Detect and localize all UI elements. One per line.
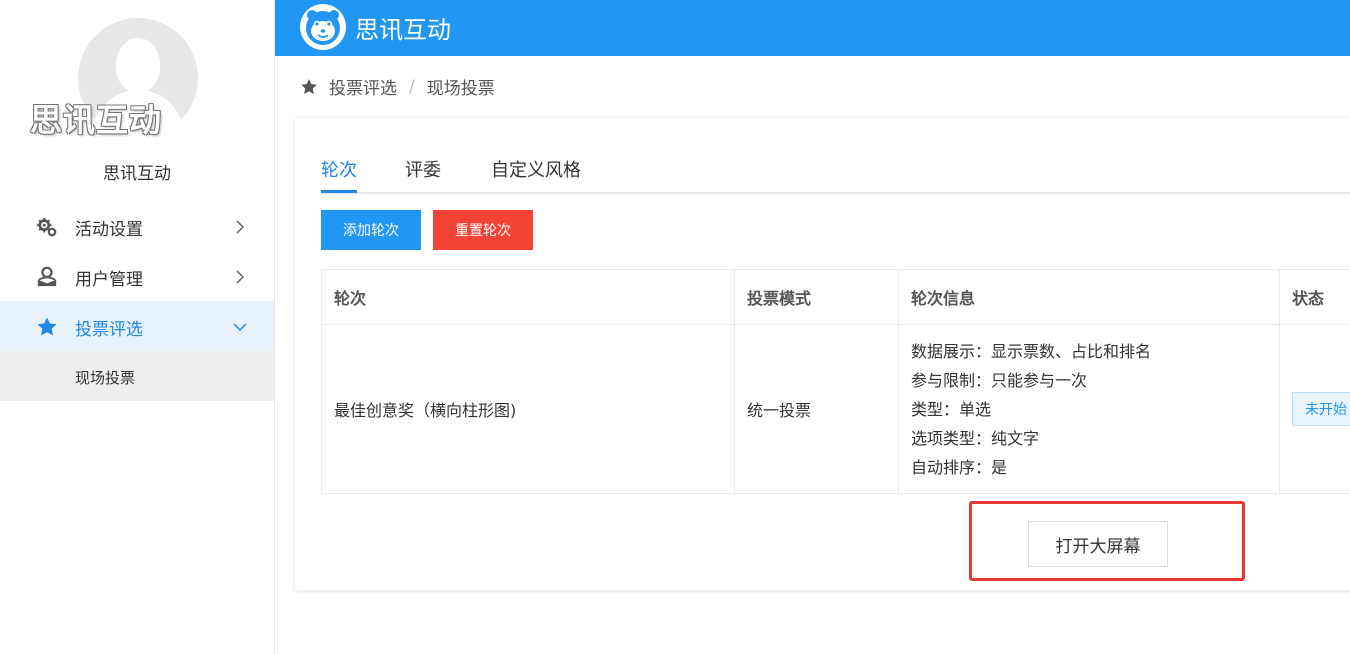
sidebar-item-activity-settings[interactable]: 活动设置: [0, 201, 274, 251]
tab-judges[interactable]: 评委: [405, 156, 441, 182]
info-line: 自动排序：是: [911, 457, 1008, 477]
table-row: 最佳创意奖（横向柱形图) 统一投票 数据展示：显示票数、占比和排名 参与限制：只…: [321, 324, 1350, 494]
sidebar: 思讯互动 思讯互动 活动设置 用户管理 投票评选 现场投票: [0, 0, 275, 654]
sidebar-subitem-live-voting[interactable]: 现场投票: [0, 351, 274, 401]
info-line: 类型：单选: [911, 399, 992, 419]
sidebar-item-label: 投票评选: [75, 320, 143, 340]
header-mode: 投票模式: [734, 269, 899, 325]
sidebar-subitem-label: 现场投票: [75, 369, 136, 387]
chevron-right-icon: [236, 270, 245, 284]
rounds-table: 轮次 投票模式 轮次信息 状态 最佳创意奖（横向柱形图) 统一投票 数据展示：显…: [321, 269, 1350, 494]
brand-name: 思讯互动: [103, 164, 171, 184]
sidebar-item-label: 用户管理: [75, 270, 143, 290]
breadcrumb-separator: /: [409, 76, 415, 97]
info-line: 参与限制：只能参与一次: [911, 370, 1088, 390]
tab-custom-style[interactable]: 自定义风格: [491, 156, 581, 182]
info-line: 数据展示：显示票数、占比和排名: [911, 341, 1152, 361]
sidebar-item-label: 活动设置: [75, 220, 143, 240]
cell-mode: 统一投票: [734, 324, 899, 494]
top-header: 思讯互动: [275, 0, 1350, 56]
table-header-row: 轮次 投票模式 轮次信息 状态: [321, 269, 1350, 325]
user-manage-icon: [37, 266, 57, 287]
sidebar-menu: 活动设置 用户管理 投票评选 现场投票: [0, 201, 274, 401]
add-round-button[interactable]: 添加轮次: [321, 210, 421, 250]
cell-round: 最佳创意奖（横向柱形图): [321, 324, 735, 494]
tab-bar: 轮次 评委 自定义风格: [321, 156, 1350, 194]
chevron-right-icon: [236, 220, 245, 234]
open-big-screen-button[interactable]: 打开大屏幕: [1028, 521, 1168, 567]
chevron-down-icon: [233, 323, 247, 332]
header-info: 轮次信息: [898, 269, 1280, 325]
reset-round-button[interactable]: 重置轮次: [433, 210, 533, 250]
breadcrumb-parent[interactable]: 投票评选: [329, 74, 397, 99]
cell-status: 未开始: [1279, 324, 1350, 494]
header-round: 轮次: [321, 269, 735, 325]
cell-info: 数据展示：显示票数、占比和排名 参与限制：只能参与一次 类型：单选 选项类型：纯…: [898, 324, 1280, 494]
header-status: 状态: [1279, 269, 1350, 325]
breadcrumb: 投票评选 / 现场投票: [300, 74, 495, 99]
sidebar-item-user-management[interactable]: 用户管理: [0, 251, 274, 301]
app-title: 思讯互动: [355, 16, 451, 44]
star-icon: [37, 317, 57, 336]
breadcrumb-current: 现场投票: [426, 79, 495, 99]
sidebar-item-voting[interactable]: 投票评选: [0, 301, 274, 351]
gear-icon: [36, 217, 57, 237]
info-line: 选项类型：纯文字: [911, 428, 1040, 448]
star-icon: [301, 78, 317, 94]
status-badge: 未开始: [1292, 392, 1350, 426]
active-tab-indicator: [321, 190, 357, 193]
content-card: 轮次 评委 自定义风格 添加轮次 重置轮次 轮次 投票模式 轮次信息 状态 最佳…: [295, 118, 1350, 590]
avatar-watermark-text: 思讯互动: [30, 101, 163, 139]
logo-icon: [300, 4, 346, 50]
tab-rounds[interactable]: 轮次: [321, 156, 357, 182]
